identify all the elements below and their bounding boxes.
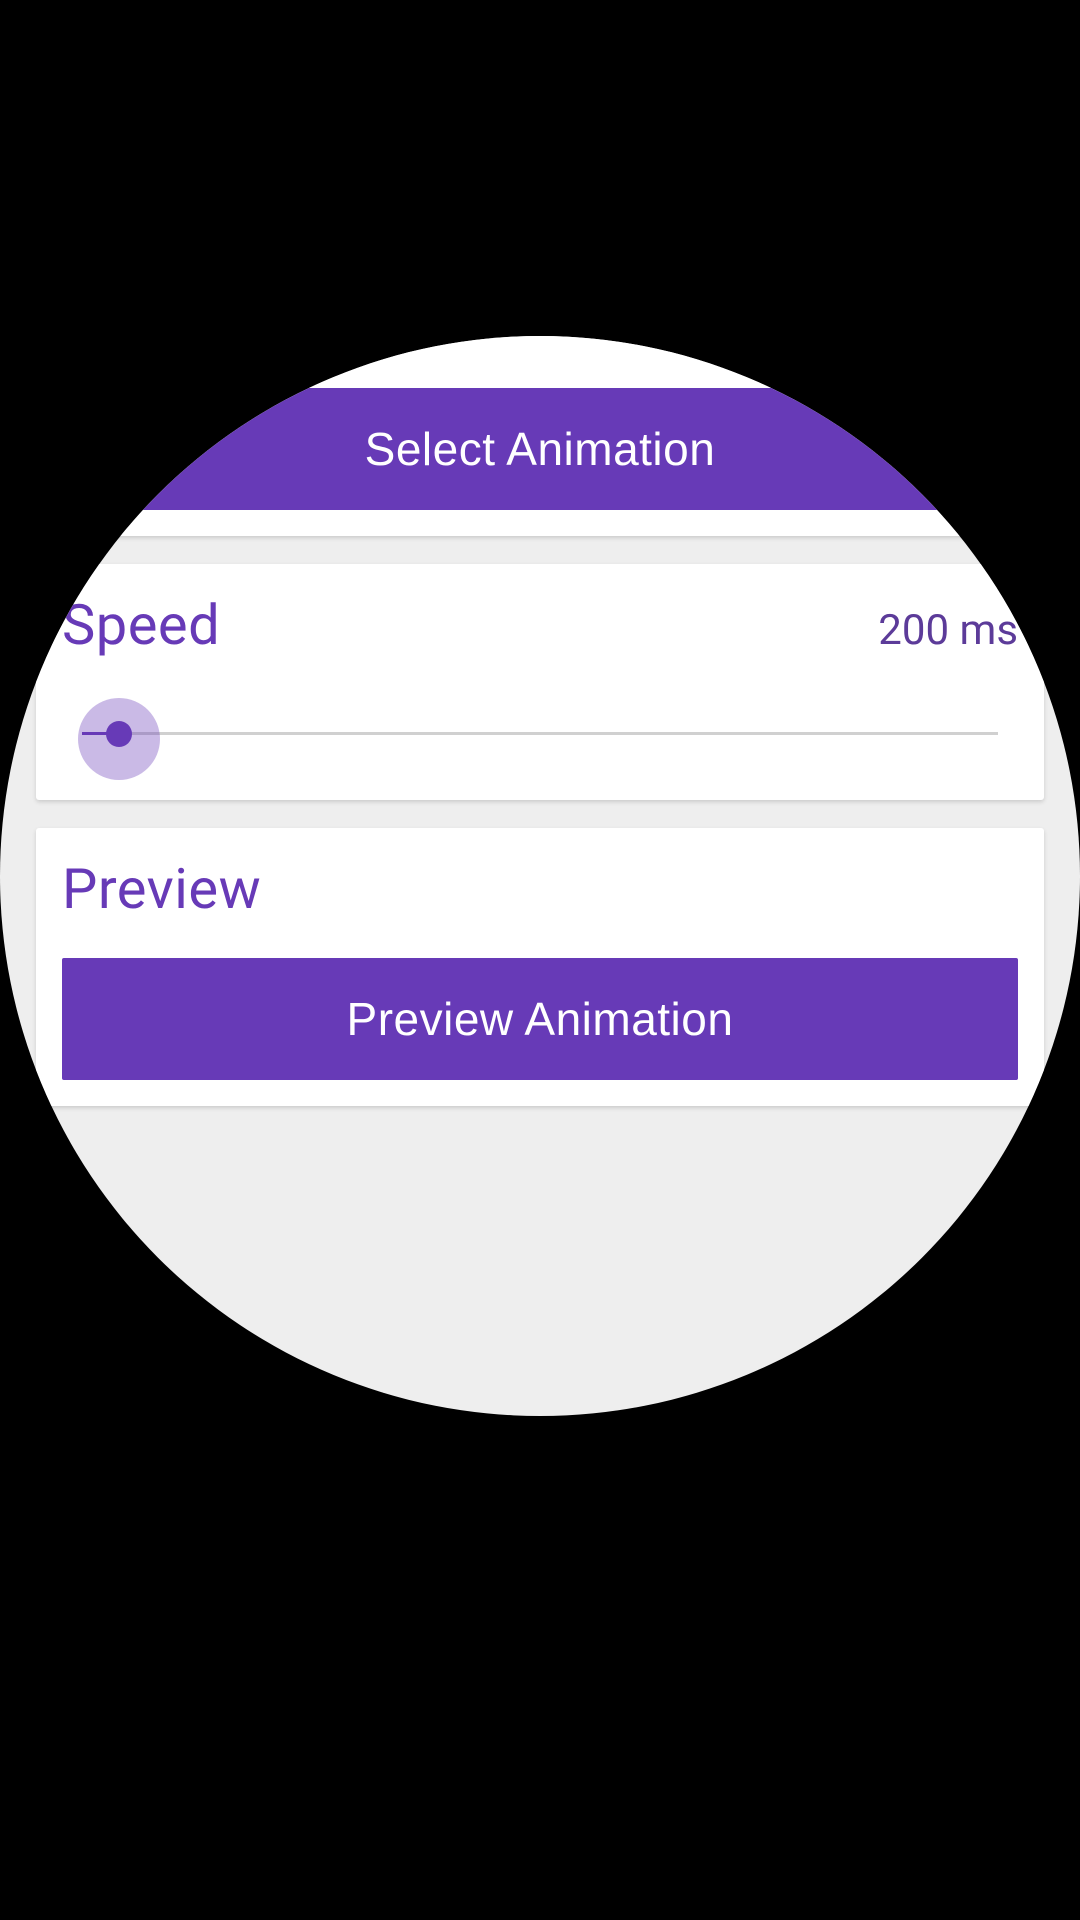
- speed-card: Speed 200 ms: [36, 564, 1044, 800]
- speed-title: Speed: [62, 592, 220, 658]
- animation-card: Animation Select Animation: [36, 336, 1044, 536]
- preview-card: Preview Preview Animation: [36, 828, 1044, 1106]
- select-animation-button[interactable]: Select Animation: [62, 388, 1018, 510]
- preview-animation-button[interactable]: Preview Animation: [62, 958, 1018, 1080]
- speed-value: 200 ms: [878, 606, 1018, 655]
- circular-viewport: Animation Select Animation Speed 200 ms …: [0, 336, 1080, 1416]
- content-area: Animation Select Animation Speed 200 ms …: [0, 336, 1080, 1134]
- animation-title: Animation: [62, 336, 1018, 352]
- speed-slider[interactable]: [82, 694, 998, 774]
- slider-track: [82, 732, 998, 735]
- slider-thumb: [106, 721, 132, 747]
- preview-title: Preview: [62, 856, 1018, 922]
